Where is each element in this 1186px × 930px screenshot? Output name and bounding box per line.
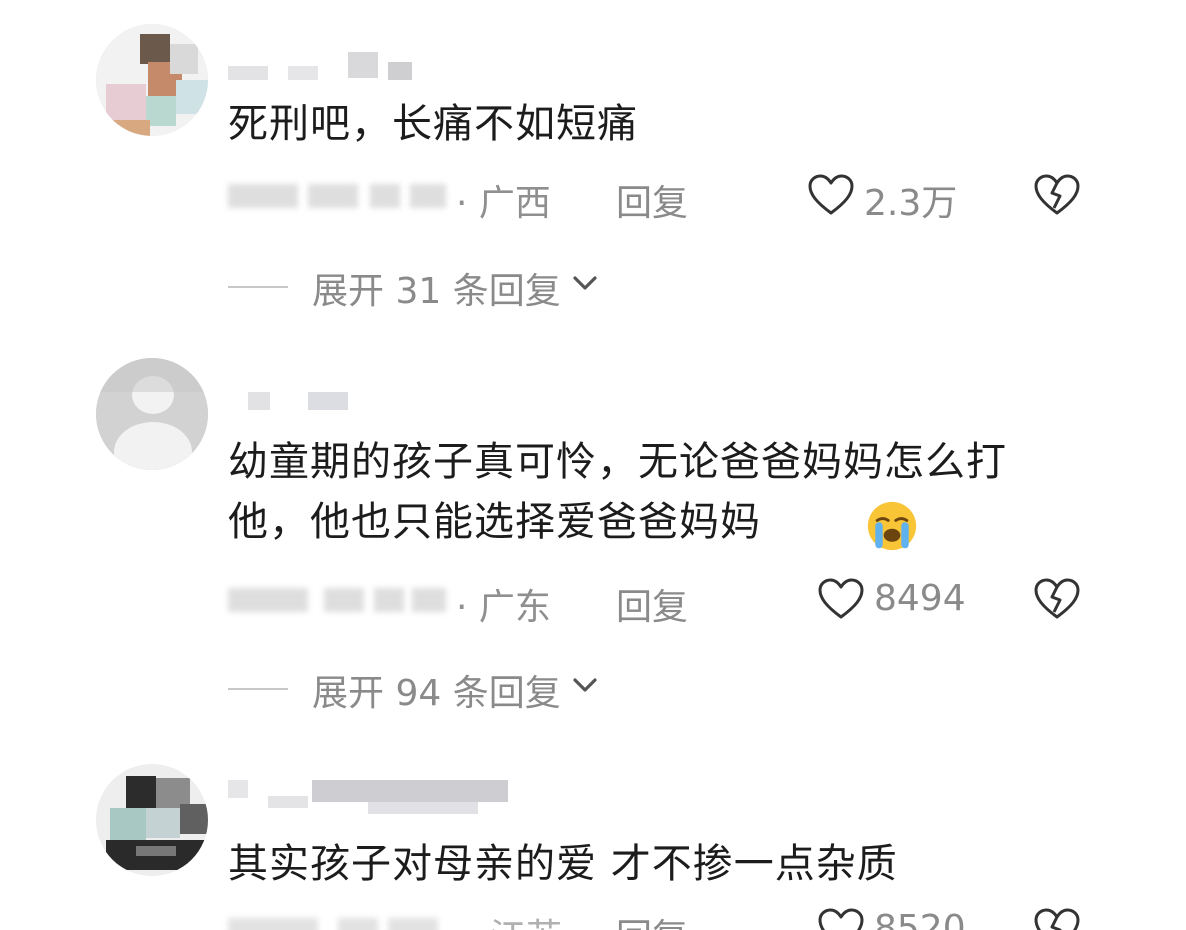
avatar[interactable] xyxy=(96,24,208,136)
expand-replies-label: 展开 31 条回复 xyxy=(312,271,561,312)
heart-outline-icon xyxy=(818,908,864,930)
reply-button[interactable]: 回复 xyxy=(616,908,688,930)
divider-line xyxy=(228,688,288,690)
reply-button[interactable]: 回复 xyxy=(616,578,688,630)
comment-text: 幼童期的孩子真可怜，无论爸爸妈妈怎么打他，他也只能选择爱爸爸妈妈 xyxy=(228,439,1007,545)
chevron-down-icon xyxy=(573,678,597,692)
comment-meta: 江苏 回复 8520 xyxy=(228,906,1088,930)
avatar[interactable] xyxy=(96,764,208,876)
comment-item: 死刑吧，长痛不如短痛 · 广西 回复 2.3万 展开 31 条回复 xyxy=(0,0,1186,330)
username-blurred[interactable] xyxy=(228,392,358,416)
comment-text: 其实孩子对母亲的爱 才不掺一点杂质 xyxy=(228,841,898,887)
comment-list: 死刑吧，长痛不如短痛 · 广西 回复 2.3万 展开 31 条回复 幼童期的孩子… xyxy=(0,0,1186,930)
chevron-down-icon xyxy=(573,276,597,290)
like-count: 8520 xyxy=(874,908,966,930)
avatar[interactable] xyxy=(96,358,208,470)
heart-outline-icon xyxy=(808,174,854,215)
comment-date-blurred xyxy=(228,914,450,930)
comment-location: · 广东 xyxy=(456,587,551,628)
comment-date-blurred xyxy=(228,584,450,616)
reply-button[interactable]: 回复 xyxy=(616,174,688,226)
comment-location: 江苏 xyxy=(490,908,562,930)
expand-replies-label: 展开 94 条回复 xyxy=(312,673,561,714)
broken-heart-icon[interactable] xyxy=(1034,174,1080,216)
broken-heart-icon[interactable] xyxy=(1034,578,1080,620)
comment-date-blurred xyxy=(228,180,450,212)
expand-replies-button[interactable]: 展开 94 条回复 xyxy=(228,662,628,714)
comment-meta: · 广西 回复 2.3万 xyxy=(228,172,1088,224)
like-count: 2.3万 xyxy=(864,183,958,224)
comment-meta: · 广东 回复 8494 xyxy=(228,576,1088,628)
username-blurred[interactable] xyxy=(228,52,418,86)
heart-outline-icon xyxy=(818,578,864,619)
divider-line xyxy=(228,286,288,288)
loudly-crying-face-emoji xyxy=(867,501,917,551)
like-count: 8494 xyxy=(874,578,966,619)
broken-heart-icon[interactable] xyxy=(1034,908,1080,930)
username-blurred[interactable] xyxy=(228,780,528,814)
comment-text: 死刑吧，长痛不如短痛 xyxy=(228,101,638,147)
comment-location: · 广西 xyxy=(456,183,551,224)
expand-replies-button[interactable]: 展开 31 条回复 xyxy=(228,260,628,312)
